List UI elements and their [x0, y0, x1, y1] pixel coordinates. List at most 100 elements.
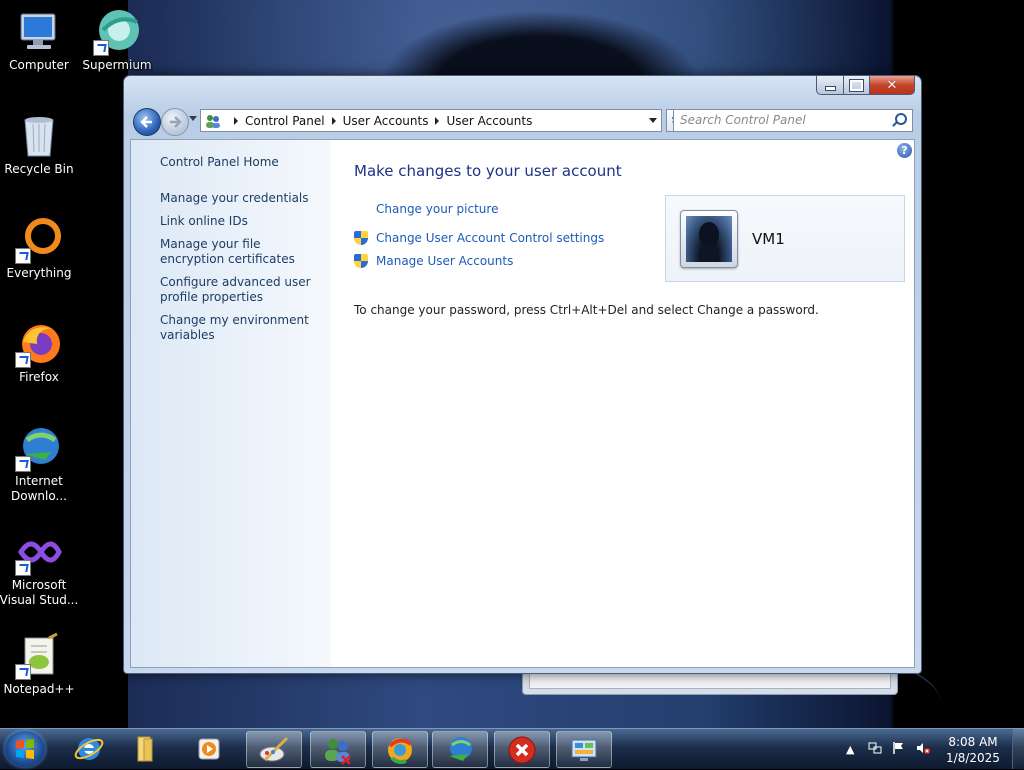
taskbar-file-explorer[interactable]: [118, 731, 172, 766]
password-note: To change your password, press Ctrl+Alt+…: [354, 303, 819, 317]
desktop-icon-supermium[interactable]: Supermium: [76, 8, 158, 73]
firefox-icon: [15, 320, 63, 368]
search-input[interactable]: [674, 110, 880, 129]
forward-arrow-icon: [170, 116, 182, 128]
main-pane: ? Make changes to your user account Chan…: [331, 140, 914, 667]
tasks-sidebar: Control Panel Home Manage your credentia…: [131, 140, 331, 667]
everything-icon: [15, 216, 63, 264]
sidebar-link-advanced-profile[interactable]: Configure advanced user profile properti…: [160, 275, 320, 305]
recent-pages-dropdown[interactable]: [189, 116, 197, 121]
download-manager-icon: [15, 424, 63, 472]
shortcut-arrow-icon: [15, 352, 31, 368]
close-button[interactable]: ✕: [870, 76, 915, 95]
shortcut-arrow-icon: [15, 560, 31, 576]
user-picture: [686, 216, 732, 262]
navigation-bar: Control Panel User Accounts User Account…: [130, 106, 915, 136]
network-icon[interactable]: [868, 741, 882, 758]
desktop-icon-computer[interactable]: Computer: [0, 8, 80, 73]
show-hidden-icons-icon[interactable]: ▲: [846, 743, 854, 756]
control-panel-window[interactable]: ✕ Control Panel User Accounts User Accou…: [123, 75, 922, 674]
computer-icon: [15, 8, 63, 56]
show-desktop-button[interactable]: [1012, 729, 1024, 769]
search-box[interactable]: [673, 109, 913, 132]
visual-studio-icon: [15, 528, 63, 576]
volume-muted-icon[interactable]: [916, 741, 930, 758]
back-arrow-icon: [140, 116, 152, 128]
change-uac-settings-link[interactable]: Change User Account Control settings: [354, 231, 604, 245]
maximize-icon: [849, 78, 864, 92]
control-panel-icon: [571, 739, 597, 761]
shortcut-arrow-icon: [15, 248, 31, 264]
manage-user-accounts-link[interactable]: Manage User Accounts: [354, 254, 513, 268]
system-clock[interactable]: 8:08 AM 1/8/2025: [944, 734, 1002, 766]
avatar[interactable]: [680, 210, 738, 268]
desktop-icon-label: Notepad++: [3, 682, 75, 696]
desktop-icon-recycle-bin[interactable]: Recycle Bin: [0, 112, 80, 177]
change-picture-link[interactable]: Change your picture: [376, 202, 498, 216]
caption-buttons: ✕: [816, 76, 915, 95]
taskbar-error-dialog[interactable]: [494, 731, 550, 768]
sidebar-link-control-panel-home[interactable]: Control Panel Home: [160, 155, 320, 170]
taskbar-supermium[interactable]: [372, 731, 428, 768]
help-icon[interactable]: ?: [897, 143, 912, 158]
content-area: Control Panel Home Manage your credentia…: [130, 139, 915, 668]
close-icon: ✕: [886, 77, 898, 93]
taskbar-user-accounts[interactable]: [310, 731, 366, 768]
sidebar-link-manage-credentials[interactable]: Manage your credentials: [160, 191, 320, 206]
desktop-icon-notepad-plus-plus[interactable]: Notepad++: [0, 632, 80, 697]
action-center-flag-icon[interactable]: [892, 741, 906, 758]
task-label: Change User Account Control settings: [376, 231, 605, 245]
breadcrumb-control-panel[interactable]: Control Panel: [245, 114, 325, 128]
desktop-icon-label: Internet Downlo...: [11, 474, 67, 503]
back-button[interactable]: [133, 108, 161, 136]
desktop-icon-label: Computer: [9, 58, 69, 72]
shortcut-arrow-icon: [15, 664, 31, 680]
account-name: VM1: [752, 230, 785, 248]
sidebar-link-file-encryption[interactable]: Manage your file encryption certificates: [160, 237, 320, 267]
sidebar-link-environment-variables[interactable]: Change my environment variables: [160, 313, 320, 343]
desktop-icon-label: Microsoft Visual Stud...: [0, 578, 79, 607]
notepad-plus-plus-icon: [15, 632, 63, 680]
download-manager-icon: [449, 736, 472, 761]
maximize-button[interactable]: [844, 76, 870, 95]
desktop-icon-visual-studio[interactable]: Microsoft Visual Stud...: [0, 528, 80, 608]
forward-button[interactable]: [161, 108, 189, 136]
start-button[interactable]: [5, 731, 45, 767]
uac-shield-icon: [354, 254, 368, 268]
taskbar-internet-download-manager[interactable]: [432, 731, 488, 768]
windows-logo-icon: [16, 739, 34, 759]
desktop-icon-internet-download-manager[interactable]: Internet Downlo...: [0, 424, 80, 504]
media-player-icon: [198, 738, 220, 759]
desktop-icon-label: Recycle Bin: [4, 162, 74, 176]
desktop-icon-label: Firefox: [19, 370, 59, 384]
supermium-icon: [388, 737, 413, 764]
uac-shield-icon: [354, 231, 368, 245]
minimize-icon: [824, 85, 836, 91]
breadcrumb-separator-icon[interactable]: [331, 116, 336, 125]
search-icon[interactable]: [895, 113, 907, 125]
desktop-icon-label: Supermium: [82, 58, 152, 72]
address-bar[interactable]: Control Panel User Accounts User Account…: [200, 109, 662, 132]
desktop-icon-everything[interactable]: Everything: [0, 216, 80, 281]
breadcrumb-user-accounts-current[interactable]: User Accounts: [446, 114, 532, 128]
clock-date: 1/8/2025: [946, 751, 1000, 765]
taskbar-paint[interactable]: [246, 731, 302, 768]
minimize-button[interactable]: [816, 76, 844, 95]
error-icon: [508, 736, 536, 763]
clock-time: 8:08 AM: [948, 735, 998, 749]
taskbar-control-panel[interactable]: [556, 731, 612, 768]
breadcrumb-separator-icon[interactable]: [435, 116, 440, 125]
breadcrumb-user-accounts[interactable]: User Accounts: [343, 114, 429, 128]
taskbar-media-player[interactable]: [182, 731, 236, 766]
shortcut-arrow-icon: [93, 40, 109, 56]
address-dropdown-icon[interactable]: [649, 118, 657, 123]
user-manager-icon: [325, 738, 351, 765]
taskbar-internet-explorer[interactable]: [62, 731, 116, 766]
file-explorer-icon: [137, 736, 153, 761]
account-card: VM1: [665, 195, 905, 282]
shortcut-arrow-icon: [15, 456, 31, 472]
task-label: Manage User Accounts: [376, 254, 514, 268]
breadcrumb-separator-icon[interactable]: [234, 116, 238, 125]
sidebar-link-link-online-ids[interactable]: Link online IDs: [160, 214, 320, 229]
desktop-icon-firefox[interactable]: Firefox: [0, 320, 80, 385]
